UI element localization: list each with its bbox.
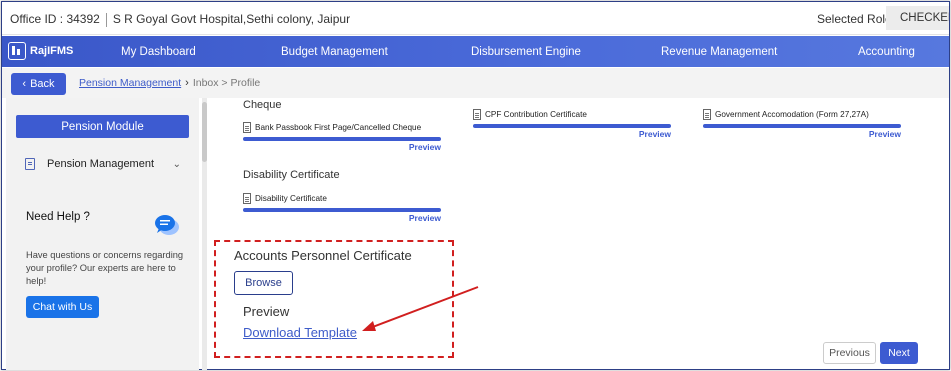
doc-card-disability: Disability Certificate Preview (243, 191, 441, 223)
selected-role-label: Selected Role (817, 12, 892, 26)
chevron-down-icon: ⌄ (172, 158, 181, 170)
pension-module-button[interactable]: Pension Module (16, 115, 189, 138)
doc-name: Disability Certificate (255, 193, 327, 203)
nav-my-dashboard[interactable]: My Dashboard (121, 46, 196, 58)
doc-card-government-accomodation: Government Accomodation (Form 27,27A) Pr… (703, 107, 901, 139)
doc-row: CPF Contribution Certificate (473, 107, 671, 121)
breadcrumb-rest: Inbox > Profile (192, 77, 261, 89)
help-title: Need Help ? (26, 211, 90, 223)
doc-card-cheque: Bank Passbook First Page/Cancelled Chequ… (243, 120, 441, 152)
sidebar: Pension Module Pension Management ⌄ Need… (6, 98, 199, 370)
help-text: Have questions or concerns regarding you… (26, 250, 184, 286)
previous-button[interactable]: Previous (823, 342, 876, 364)
nav-disbursement-engine[interactable]: Disbursement Engine (471, 46, 581, 58)
sidebar-item-pension-management[interactable]: Pension Management ⌄ (25, 158, 181, 170)
chevron-left-icon: ‹ (22, 78, 27, 90)
doc-row: Disability Certificate (243, 191, 441, 205)
doc-row: Bank Passbook First Page/Cancelled Chequ… (243, 120, 441, 134)
preview-link[interactable]: Preview (703, 129, 901, 139)
chevron-right-icon: › (185, 77, 189, 89)
breadcrumb-pension-management[interactable]: Pension Management (79, 77, 181, 89)
file-icon (473, 108, 481, 120)
preview-label: Preview (243, 304, 290, 319)
office-id: Office ID : 34392 (10, 12, 100, 26)
doc-card-cpf: CPF Contribution Certificate Preview (473, 107, 671, 139)
cheque-section-title: Cheque (243, 99, 282, 111)
next-button[interactable]: Next (880, 342, 918, 364)
browse-button[interactable]: Browse (234, 271, 293, 295)
separator (105, 12, 107, 27)
chat-bubble-icon (155, 215, 179, 235)
file-icon (243, 121, 251, 133)
nav-revenue-management[interactable]: Revenue Management (661, 46, 777, 58)
selected-role-dropdown[interactable]: CHECKER (886, 6, 949, 30)
doc-name: Government Accomodation (Form 27,27A) (715, 109, 869, 119)
sidebar-scrollbar[interactable] (202, 98, 207, 370)
hospital-name: S R Goyal Govt Hospital,Sethi colony, Ja… (112, 12, 351, 26)
file-icon (703, 108, 711, 120)
doc-name: Bank Passbook First Page/Cancelled Chequ… (255, 122, 422, 132)
nav-budget-management[interactable]: Budget Management (281, 46, 388, 58)
back-label: Back (30, 78, 55, 90)
nav-accounting[interactable]: Accounting (858, 46, 915, 58)
download-template-link[interactable]: Download Template (243, 325, 357, 340)
office-info: Office ID : 34392 S R Goyal Govt Hospital… (10, 12, 350, 27)
info-bar: Office ID : 34392 S R Goyal Govt Hospital… (2, 2, 949, 35)
upload-progress-bar (243, 137, 441, 141)
doc-row: Government Accomodation (Form 27,27A) (703, 107, 901, 121)
doc-name: CPF Contribution Certificate (485, 109, 587, 119)
file-icon (243, 192, 251, 204)
logo-text: RajIFMS (30, 45, 74, 57)
main-nav: RajIFMS My Dashboard Budget Management D… (2, 36, 949, 67)
chat-with-us-button[interactable]: Chat with Us (26, 296, 99, 318)
upload-progress-bar (703, 124, 901, 128)
upload-progress-bar (473, 124, 671, 128)
breadcrumb-bar: ‹ Back Pension Management › Inbox > Prof… (2, 68, 949, 98)
document-icon (25, 158, 35, 170)
preview-link[interactable]: Preview (243, 142, 441, 152)
breadcrumb: Pension Management › Inbox > Profile (79, 77, 260, 89)
preview-link[interactable]: Preview (243, 213, 441, 223)
preview-link[interactable]: Preview (473, 129, 671, 139)
upload-progress-bar (243, 208, 441, 212)
back-button[interactable]: ‹ Back (11, 73, 66, 95)
disability-section-title: Disability Certificate (243, 169, 340, 181)
accounts-personnel-certificate-title: Accounts Personnel Certificate (234, 248, 412, 263)
app-logo[interactable]: RajIFMS (8, 42, 73, 60)
sidebar-item-label: Pension Management (47, 158, 155, 170)
logo-icon (8, 42, 26, 60)
